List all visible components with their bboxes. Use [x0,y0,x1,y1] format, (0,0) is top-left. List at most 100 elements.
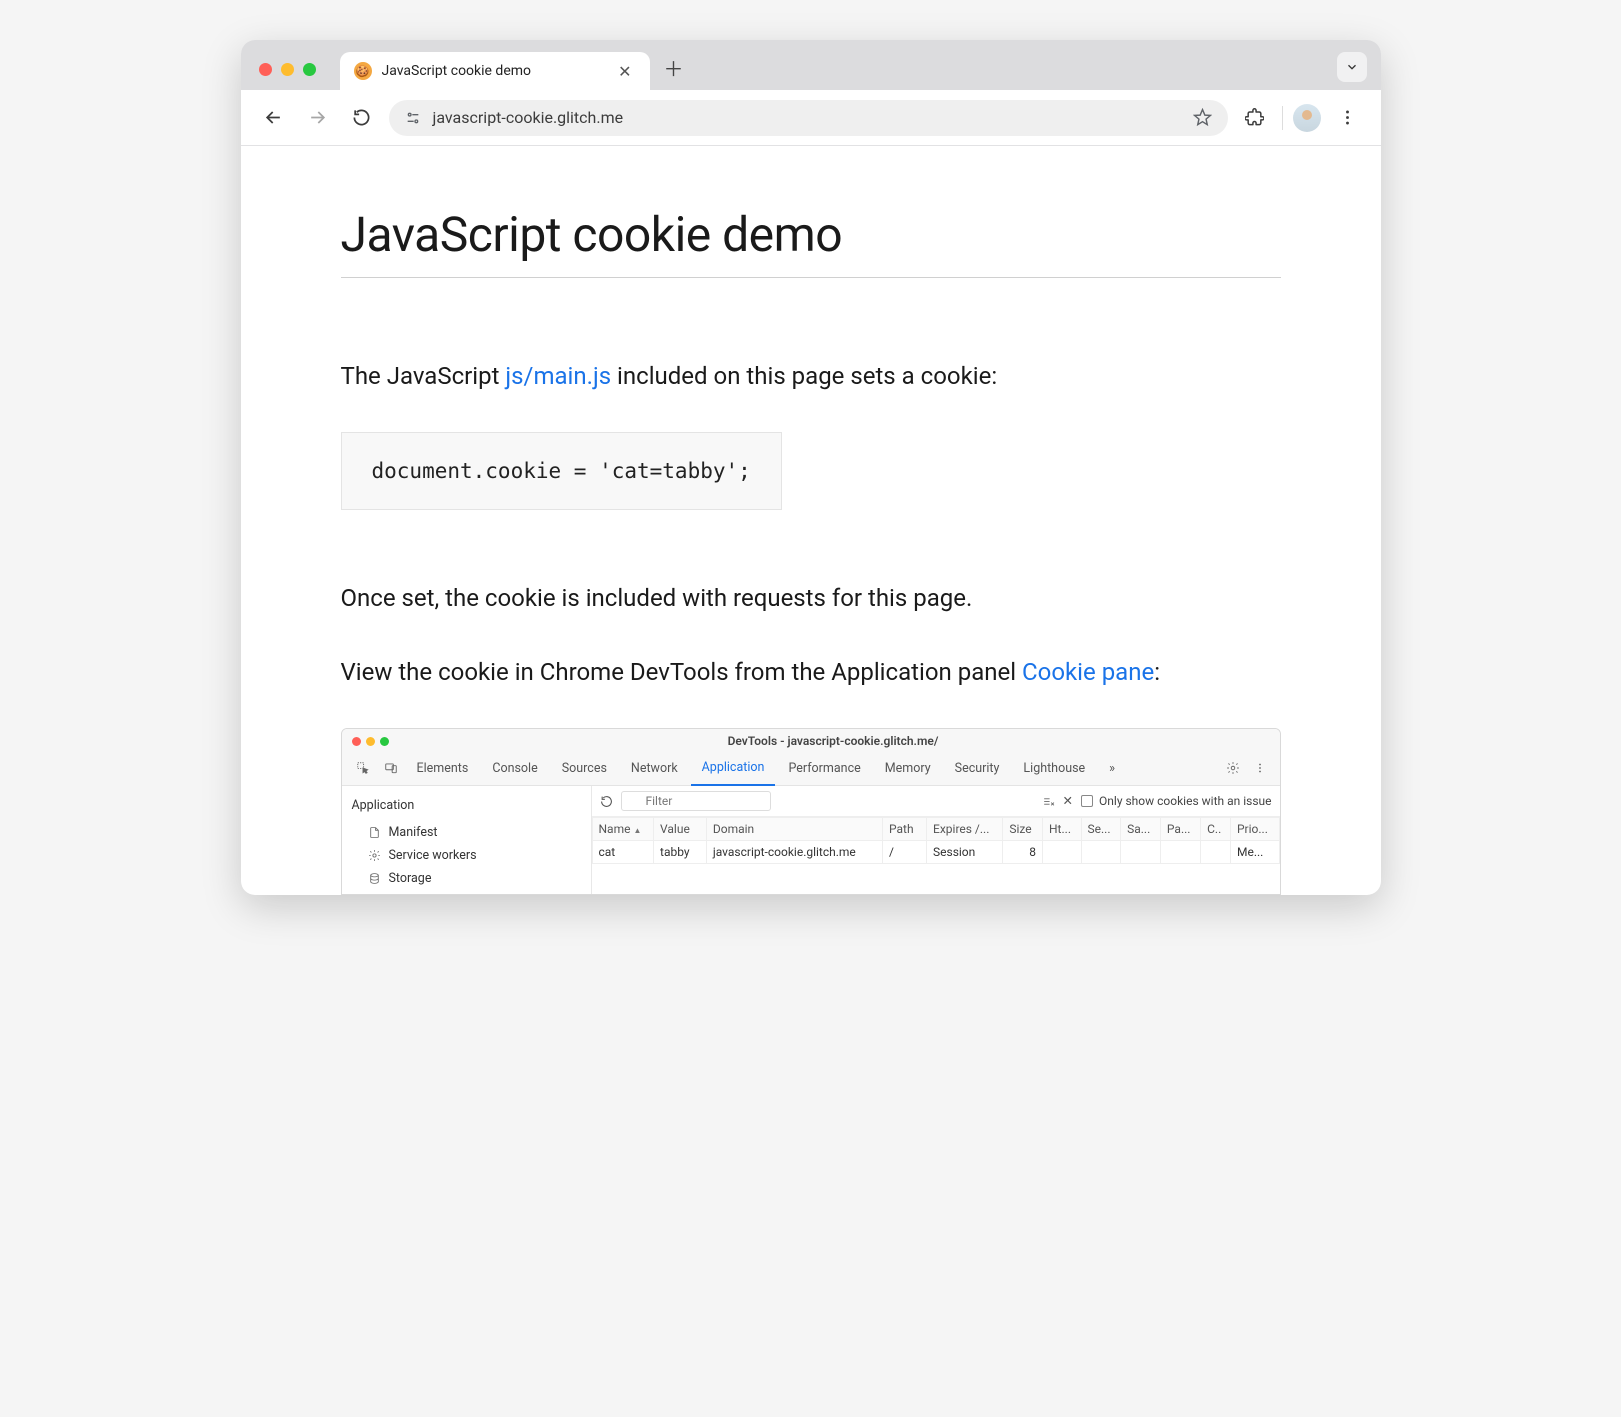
col-priority[interactable]: Prio... [1230,818,1279,841]
arrow-left-icon [264,108,283,127]
tab-lighthouse[interactable]: Lighthouse [1012,752,1096,785]
clear-filter-icon[interactable] [1042,795,1055,808]
minimize-window-button[interactable] [281,63,294,76]
col-httponly[interactable]: Ht... [1043,818,1082,841]
only-issue-checkbox[interactable]: Only show cookies with an issue [1081,794,1271,808]
devtools-body: Application Manifest Service workers Sto… [342,786,1280,894]
tab-sources[interactable]: Sources [551,752,618,785]
close-tab-icon[interactable]: ✕ [614,60,635,83]
devtools-screenshot: DevTools - javascript-cookie.glitch.me/ … [341,728,1281,895]
file-icon [368,826,381,839]
devtools-kebab-icon[interactable] [1248,753,1272,783]
profile-avatar[interactable] [1293,104,1321,132]
tabs-overflow[interactable]: » [1098,752,1126,785]
bookmark-star-icon[interactable] [1193,108,1212,127]
p3-suffix: : [1154,658,1160,686]
cell-size: 8 [1003,841,1043,864]
devtools-titlebar: DevTools - javascript-cookie.glitch.me/ [342,729,1280,751]
devtools-sidebar: Application Manifest Service workers Sto… [342,786,592,894]
toolbar-divider [1282,106,1283,130]
cell-domain: javascript-cookie.glitch.me [706,841,882,864]
close-window-button[interactable] [259,63,272,76]
clear-all-icon[interactable]: ✕ [1063,793,1073,809]
devtools-window-controls [352,737,389,746]
col-size[interactable]: Size [1003,818,1043,841]
col-secure[interactable]: Se... [1081,818,1121,841]
table-row[interactable]: cat tabby javascript-cookie.glitch.me / … [592,841,1279,864]
col-samesite[interactable]: Sa... [1121,818,1161,841]
extensions-button[interactable] [1238,101,1272,135]
tab-memory[interactable]: Memory [874,752,942,785]
browser-tab[interactable]: 🍪 JavaScript cookie demo ✕ [340,52,650,90]
tab-elements[interactable]: Elements [406,752,480,785]
checkbox-icon [1081,795,1093,807]
col-partition[interactable]: Pa... [1160,818,1200,841]
url-text: javascript-cookie.glitch.me [433,108,1181,127]
forward-button[interactable] [301,101,335,135]
tab-console[interactable]: Console [481,752,548,785]
main-js-link[interactable]: js/main.js [505,362,611,390]
inspect-element-icon[interactable] [350,753,376,783]
sidebar-label: Storage [389,871,432,886]
refresh-cookies-icon[interactable] [600,795,613,808]
code-block: document.cookie = 'cat=tabby'; [341,432,782,510]
col-value[interactable]: Value [654,818,707,841]
sidebar-item-storage[interactable]: Storage [350,867,591,890]
sidebar-group-application: Application [350,794,591,821]
devtools-settings-icon[interactable] [1220,753,1246,783]
filter-input[interactable]: Filter [621,791,771,811]
only-issue-label: Only show cookies with an issue [1099,794,1271,808]
cell-sa [1121,841,1161,864]
browser-menu-button[interactable] [1331,101,1365,135]
col-domain[interactable]: Domain [706,818,882,841]
paragraph-2: Once set, the cookie is included with re… [341,580,1281,616]
col-cross[interactable]: C.. [1201,818,1231,841]
maximize-window-button[interactable] [303,63,316,76]
reload-icon [352,108,371,127]
sidebar-label: Manifest [389,825,438,840]
sidebar-label: Service workers [389,848,477,863]
cell-pa [1160,841,1200,864]
new-tab-button[interactable]: ＋ [664,53,684,82]
cell-value: tabby [654,841,707,864]
tab-application[interactable]: Application [691,751,776,786]
tab-strip: 🍪 JavaScript cookie demo ✕ ＋ [241,40,1381,90]
tab-network[interactable]: Network [620,752,689,785]
cell-prio: Me... [1230,841,1279,864]
page-heading: JavaScript cookie demo [341,206,1281,278]
dt-max-icon[interactable] [380,737,389,746]
reload-button[interactable] [345,101,379,135]
back-button[interactable] [257,101,291,135]
paragraph-3: View the cookie in Chrome DevTools from … [341,654,1281,690]
kebab-menu-icon [1338,108,1357,127]
arrow-right-icon [308,108,327,127]
tab-search-button[interactable] [1337,52,1367,82]
tab-title: JavaScript cookie demo [382,63,605,79]
gear-icon [368,849,381,862]
cookie-pane-link[interactable]: Cookie pane [1022,658,1154,686]
cookie-favicon-icon: 🍪 [354,62,372,80]
site-settings-icon[interactable] [405,110,421,126]
col-expires[interactable]: Expires /... [927,818,1003,841]
browser-toolbar: javascript-cookie.glitch.me [241,90,1381,146]
puzzle-icon [1245,108,1264,127]
database-icon [368,872,381,885]
device-toolbar-icon[interactable] [378,753,404,783]
sidebar-item-manifest[interactable]: Manifest [350,821,591,844]
tab-performance[interactable]: Performance [777,752,871,785]
col-name[interactable]: Name [592,818,654,841]
dt-close-icon[interactable] [352,737,361,746]
col-path[interactable]: Path [882,818,926,841]
intro-paragraph: The JavaScript js/main.js included on th… [341,358,1281,394]
dt-min-icon[interactable] [366,737,375,746]
window-controls [259,63,316,76]
cell-name: cat [592,841,654,864]
devtools-filterbar: Filter ✕ Only show cookies with an issue [592,786,1280,817]
address-bar[interactable]: javascript-cookie.glitch.me [389,100,1228,136]
sidebar-item-service-workers[interactable]: Service workers [350,844,591,867]
cell-c [1201,841,1231,864]
tab-security[interactable]: Security [944,752,1011,785]
p3-prefix: View the cookie in Chrome DevTools from … [341,658,1023,686]
chevron-down-icon [1345,60,1359,74]
devtools-title: DevTools - javascript-cookie.glitch.me/ [397,734,1270,748]
